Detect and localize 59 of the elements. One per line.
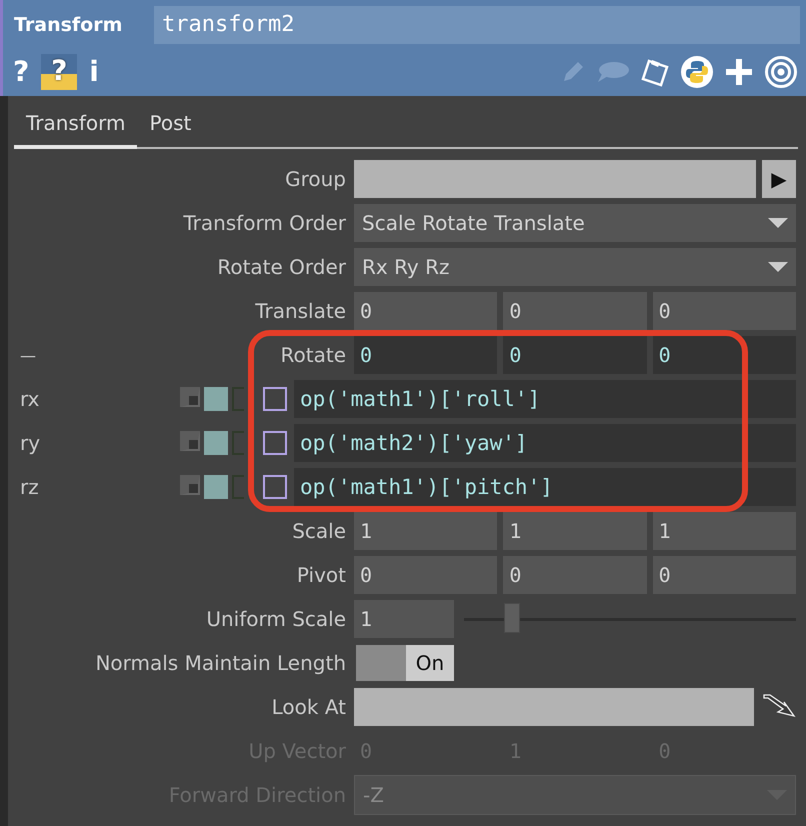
collapse-mark[interactable]: — bbox=[20, 346, 36, 364]
tab[interactable]: Post bbox=[137, 111, 204, 149]
corner-square-icon bbox=[180, 387, 200, 407]
number-field[interactable]: 1 bbox=[503, 512, 647, 550]
param-label: Translate bbox=[255, 299, 346, 323]
caret-icon bbox=[768, 218, 788, 228]
tab[interactable]: Transform bbox=[14, 111, 138, 149]
param-label: Rotate bbox=[280, 343, 346, 367]
panel-title: Transform bbox=[14, 14, 124, 36]
number-field[interactable]: 1 bbox=[652, 512, 796, 550]
corner-square-icon bbox=[180, 475, 200, 495]
operator-field[interactable] bbox=[354, 160, 756, 198]
param-label: Group bbox=[285, 167, 346, 191]
number-field[interactable]: 0 bbox=[652, 556, 796, 594]
number-field[interactable]: 0 bbox=[354, 292, 498, 330]
expression-checkbox[interactable] bbox=[263, 387, 287, 411]
param-label: Scale bbox=[292, 519, 346, 543]
plus-icon[interactable] bbox=[724, 57, 754, 87]
clipboard-icon[interactable] bbox=[640, 57, 670, 87]
param-label: Rotate Order bbox=[217, 255, 346, 279]
slider-thumb[interactable] bbox=[504, 602, 520, 632]
channel-name: rx bbox=[20, 387, 40, 411]
number-field[interactable]: 0 bbox=[652, 292, 796, 330]
caret-icon bbox=[768, 262, 788, 272]
number-field[interactable]: 1 bbox=[354, 512, 498, 550]
param-label: Uniform Scale bbox=[206, 607, 346, 631]
number-field[interactable]: 0 bbox=[354, 556, 498, 594]
channel-name: rz bbox=[20, 475, 39, 499]
number-field[interactable]: 1 bbox=[354, 600, 454, 638]
number-field[interactable]: 0 bbox=[503, 556, 647, 594]
expression-checkbox[interactable] bbox=[263, 431, 287, 455]
channel-name: ry bbox=[20, 431, 40, 455]
square-icon bbox=[204, 431, 228, 455]
number-field[interactable]: 0 bbox=[354, 336, 498, 374]
param-label: Transform Order bbox=[183, 211, 346, 235]
expression-field[interactable]: op('math2')['yaw'] bbox=[294, 424, 796, 462]
number-field[interactable]: 0 bbox=[652, 336, 796, 374]
toggle-switch[interactable]: On bbox=[356, 645, 454, 681]
help-icon[interactable]: ? bbox=[13, 55, 30, 89]
expression-checkbox[interactable] bbox=[263, 475, 287, 499]
operator-field[interactable] bbox=[354, 688, 754, 726]
number-field[interactable]: 0 bbox=[503, 336, 647, 374]
python-icon[interactable] bbox=[680, 55, 714, 89]
info-icon[interactable]: i bbox=[89, 55, 99, 89]
dropdown-field[interactable]: Rx Ry Rz bbox=[354, 248, 796, 286]
param-label: Pivot bbox=[296, 563, 346, 587]
dropdown-field: -Z bbox=[354, 775, 796, 815]
square-icon bbox=[204, 387, 228, 411]
param-label: Look At bbox=[272, 695, 346, 719]
number-field[interactable]: 0 bbox=[503, 292, 647, 330]
expression-field[interactable]: op('math1')['pitch'] bbox=[294, 468, 796, 506]
menu-button[interactable]: ▶ bbox=[762, 160, 796, 198]
dropdown-field[interactable]: Scale Rotate Translate bbox=[354, 204, 796, 242]
target-icon[interactable] bbox=[764, 55, 798, 89]
name-field[interactable]: transform2 bbox=[154, 6, 800, 44]
square-icon bbox=[204, 475, 228, 499]
param-label: Normals Maintain Length bbox=[95, 651, 346, 675]
expression-field[interactable]: op('math1')['roll'] bbox=[294, 380, 796, 418]
corner-square-icon bbox=[180, 431, 200, 451]
